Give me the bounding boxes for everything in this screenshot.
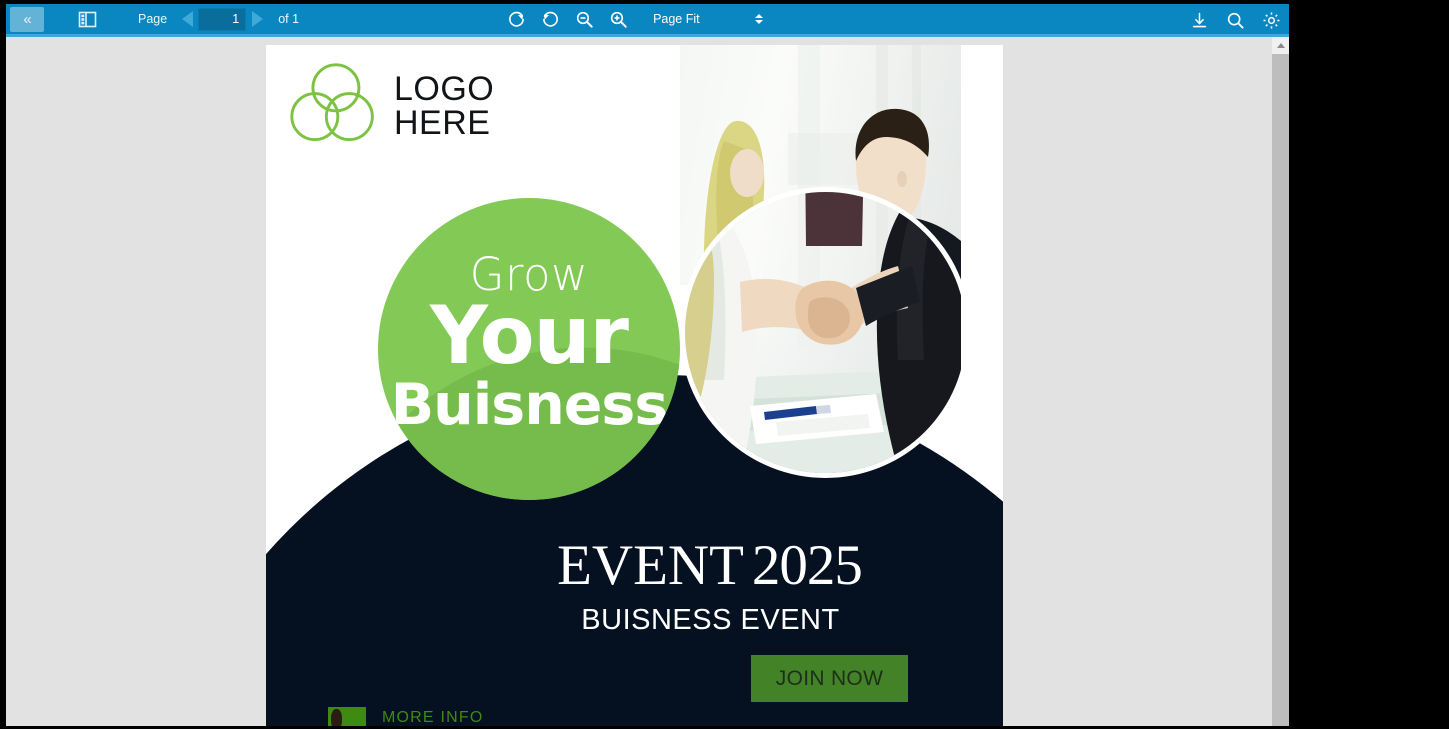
logo-circles-icon bbox=[290, 63, 374, 142]
toolbar-right-group bbox=[1187, 4, 1283, 37]
scrollbar-thumb[interactable] bbox=[1272, 54, 1289, 726]
grow-business-badge: Grow Your Buisness bbox=[378, 198, 680, 500]
badge-line-your: Your bbox=[430, 289, 629, 383]
next-page-icon[interactable] bbox=[246, 6, 268, 32]
pdf-toolbar: « Page of bbox=[6, 4, 1289, 37]
more-info-row[interactable]: MORE INFO bbox=[328, 707, 483, 726]
page-count-label: of 1 bbox=[278, 12, 300, 26]
app-root: « Page of bbox=[0, 0, 1449, 729]
logo-text-line2: HERE bbox=[394, 104, 491, 142]
logo: LOGO HERE bbox=[286, 61, 494, 153]
event-title: EVENT 2025 bbox=[266, 537, 1003, 594]
rotate-clockwise-icon[interactable] bbox=[499, 5, 533, 33]
pdf-page: LOGO HERE Grow Your Buisness EVENT 2025 … bbox=[266, 45, 1003, 726]
view-tools-group: Page Fit bbox=[499, 5, 769, 33]
event-headline-block: EVENT 2025 BUISNESS EVENT bbox=[266, 537, 1003, 637]
pdf-viewer-window: « Page of bbox=[6, 4, 1289, 726]
download-icon[interactable] bbox=[1187, 7, 1211, 35]
settings-gear-icon[interactable] bbox=[1259, 7, 1283, 35]
event-title-word: EVENT bbox=[557, 534, 744, 597]
zoom-level-value: Page Fit bbox=[653, 12, 700, 26]
page-number-input[interactable] bbox=[198, 7, 247, 31]
page-label: Page bbox=[138, 12, 168, 26]
search-icon[interactable] bbox=[1223, 7, 1247, 35]
join-now-label: JOIN NOW bbox=[775, 666, 884, 690]
previous-page-icon[interactable] bbox=[176, 6, 198, 32]
more-info-badge-icon bbox=[328, 707, 366, 726]
zoom-level-select[interactable]: Page Fit bbox=[651, 7, 769, 32]
logo-text: LOGO HERE bbox=[394, 73, 494, 140]
join-now-button[interactable]: JOIN NOW bbox=[751, 655, 908, 702]
page-navigation-group: Page of 1 bbox=[138, 6, 299, 32]
zoom-in-icon[interactable] bbox=[601, 5, 635, 33]
rotate-counterclockwise-icon[interactable] bbox=[533, 5, 567, 33]
vertical-scrollbar[interactable] bbox=[1272, 37, 1289, 726]
hero-photo-circle bbox=[680, 187, 971, 478]
event-title-year: 2025 bbox=[751, 534, 863, 597]
more-info-label: MORE INFO bbox=[382, 709, 484, 726]
badge-text: Grow Your Buisness bbox=[378, 198, 680, 500]
photo-content-circle bbox=[685, 192, 961, 473]
collapse-sidebar-label: « bbox=[23, 10, 31, 28]
collapse-sidebar-button[interactable]: « bbox=[10, 6, 44, 32]
sidebar-toggle-icon[interactable] bbox=[66, 5, 108, 33]
hero-photo bbox=[680, 45, 971, 500]
document-viewer[interactable]: LOGO HERE Grow Your Buisness EVENT 2025 … bbox=[6, 37, 1289, 726]
badge-line-business: Buisness bbox=[390, 371, 669, 438]
chevron-updown-icon bbox=[755, 14, 764, 24]
event-subtitle: BUISNESS EVENT bbox=[581, 604, 840, 636]
zoom-out-icon[interactable] bbox=[567, 5, 601, 33]
scroll-up-icon[interactable] bbox=[1272, 37, 1289, 54]
logo-text-line1: LOGO bbox=[394, 70, 495, 109]
